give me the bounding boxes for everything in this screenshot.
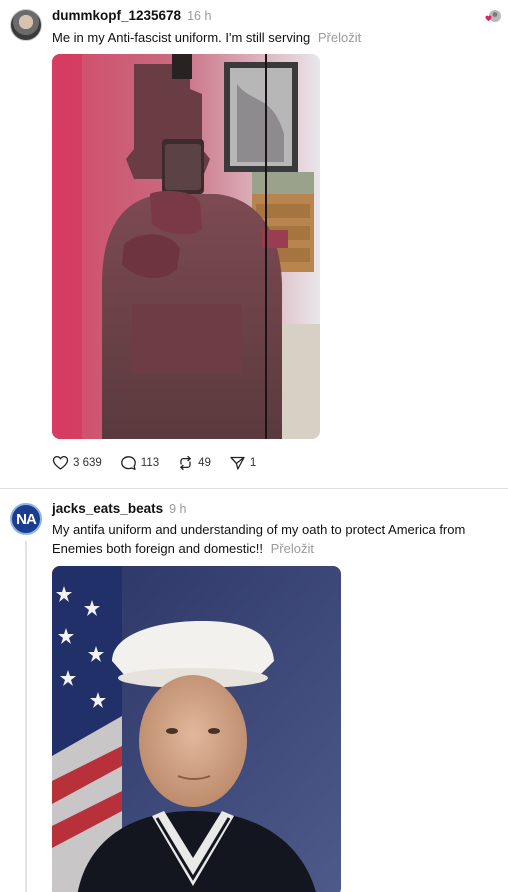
liked-by-avatars-icon[interactable] bbox=[484, 8, 502, 24]
timestamp[interactable]: 9 h bbox=[169, 502, 186, 516]
repost-count: 49 bbox=[198, 457, 211, 469]
thread-line bbox=[25, 541, 27, 892]
translate-link[interactable]: Přeložit bbox=[271, 541, 314, 556]
translate-link[interactable]: Přeložit bbox=[318, 30, 361, 45]
comment-icon bbox=[120, 456, 136, 470]
avatar-text: NA bbox=[16, 510, 37, 528]
share-icon bbox=[230, 456, 245, 470]
post: dummkopf_1235678 16 h Me in my Anti-fasc… bbox=[0, 0, 508, 488]
share-button[interactable]: 1 bbox=[229, 455, 256, 471]
like-count: 3 639 bbox=[73, 457, 102, 469]
comment-button[interactable]: 113 bbox=[120, 455, 159, 471]
feed: dummkopf_1235678 16 h Me in my Anti-fasc… bbox=[0, 0, 508, 892]
timestamp[interactable]: 16 h bbox=[187, 9, 211, 23]
caption-text: Me in my Anti-fascist uniform. I'm still… bbox=[52, 30, 311, 45]
sailor-portrait-image bbox=[52, 566, 341, 892]
post-header: jacks_eats_beats 9 h bbox=[52, 501, 186, 516]
share-count: 1 bbox=[249, 457, 257, 469]
post-caption: My antifa uniform and understanding of m… bbox=[52, 520, 502, 558]
heart-icon bbox=[52, 455, 69, 470]
post-header: dummkopf_1235678 16 h bbox=[52, 8, 211, 23]
mirror-selfie-image bbox=[52, 54, 320, 439]
avatar[interactable] bbox=[10, 9, 42, 41]
repost-button[interactable]: 49 bbox=[177, 455, 211, 471]
like-button[interactable]: 3 639 bbox=[52, 455, 102, 471]
post-caption: Me in my Anti-fascist uniform. I'm still… bbox=[52, 28, 502, 47]
username[interactable]: dummkopf_1235678 bbox=[52, 8, 181, 23]
post-image[interactable] bbox=[52, 54, 320, 439]
post-actions: 3 639 113 49 1 bbox=[52, 455, 256, 471]
comment-count: 113 bbox=[140, 457, 160, 469]
avatar[interactable]: NA bbox=[10, 503, 42, 535]
caption-text: My antifa uniform and understanding of m… bbox=[52, 522, 466, 556]
post: NA jacks_eats_beats 9 h My antifa unifor… bbox=[0, 489, 508, 892]
post-image[interactable] bbox=[52, 566, 341, 892]
repost-icon bbox=[180, 455, 191, 471]
username[interactable]: jacks_eats_beats bbox=[52, 501, 163, 516]
